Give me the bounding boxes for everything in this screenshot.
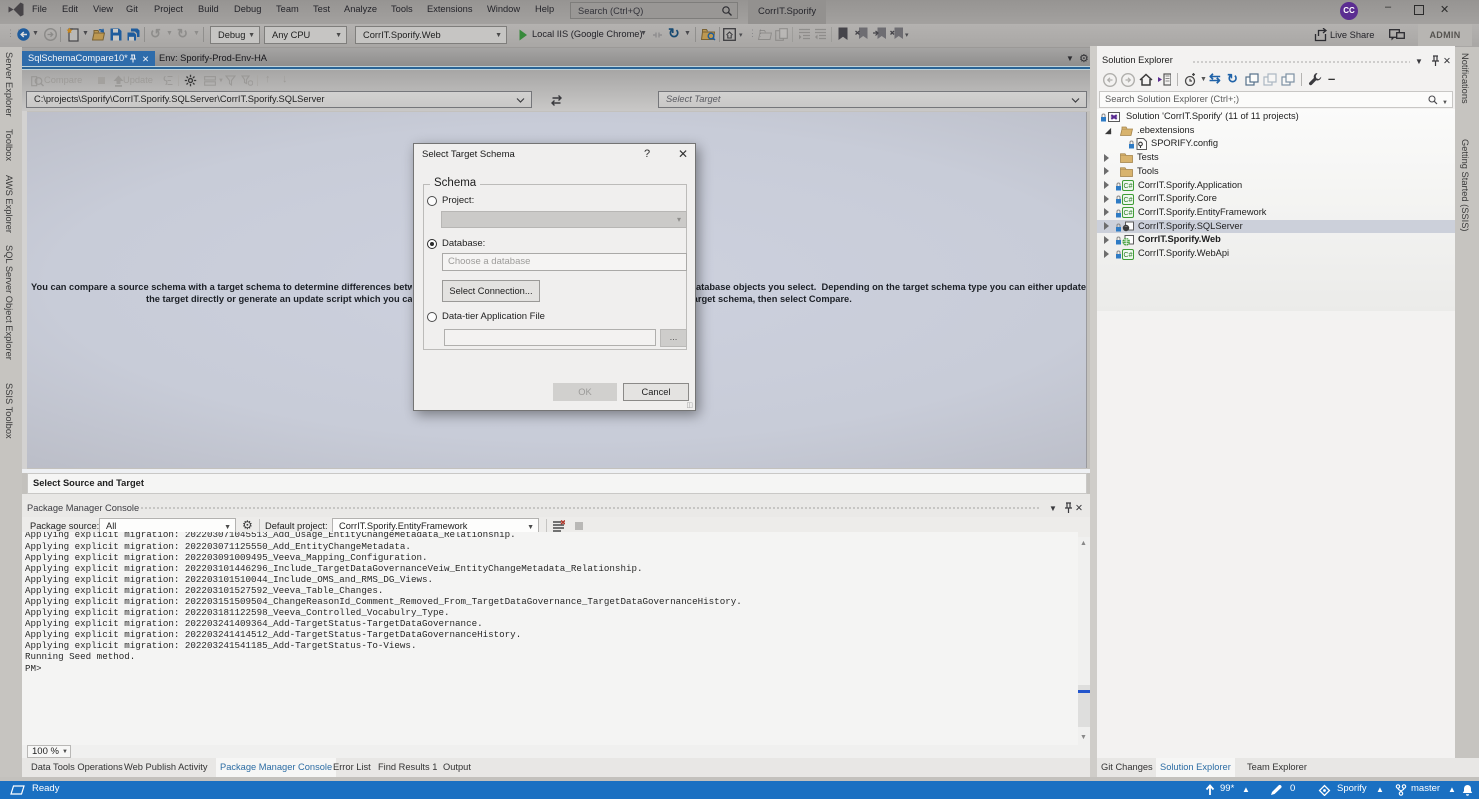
svg-text:C#: C# bbox=[1124, 210, 1133, 217]
svg-text:C#: C# bbox=[1124, 183, 1133, 190]
svg-text:C#: C# bbox=[1124, 252, 1133, 259]
svg-text:C#: C# bbox=[1124, 197, 1133, 204]
